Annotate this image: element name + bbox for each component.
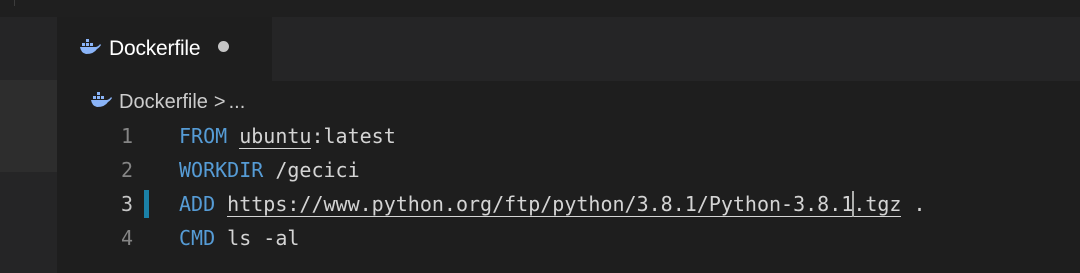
image-name-token: ubuntu — [239, 124, 312, 149]
activity-bar-selection — [0, 80, 57, 172]
line-number: 3 — [120, 192, 133, 216]
argument-token: ls -al — [227, 226, 300, 250]
code-line[interactable]: 4 CMD ls -al — [57, 221, 1080, 255]
breadcrumb-file-label: Dockerfile — [119, 90, 208, 113]
line-content: CMD ls -al — [179, 221, 299, 255]
argument-token: /gecici — [275, 158, 360, 182]
editor-area[interactable]: Dockerfile > ... 1 FROM ubuntu:latest 2 … — [57, 81, 1080, 273]
destination-token: . — [901, 192, 926, 216]
url-text-end: .tgz — [853, 192, 902, 216]
url-link[interactable]: https://www.python.org/ftp/python/3.8.1/… — [227, 191, 902, 217]
docker-whale-icon — [79, 38, 101, 60]
breadcrumb-file[interactable]: Dockerfile — [90, 91, 208, 114]
modified-line-marker — [144, 190, 149, 218]
tag-token: :latest — [311, 124, 396, 148]
docker-whale-icon — [90, 91, 112, 114]
title-bar — [0, 0, 1080, 17]
breadcrumb: Dockerfile > ... — [90, 87, 245, 117]
line-content: FROM ubuntu:latest — [179, 119, 396, 153]
tab-label: Dockerfile — [109, 37, 201, 60]
url-text-start: https://www.python.org/ftp/python/3.8.1/… — [227, 192, 854, 216]
tab-dockerfile[interactable]: Dockerfile — [57, 17, 272, 81]
line-number: 1 — [120, 124, 133, 148]
unsaved-changes-dot-icon[interactable] — [218, 40, 230, 52]
line-content: WORKDIR /gecici — [179, 153, 360, 187]
activity-bar — [0, 17, 57, 273]
keyword-token: FROM — [179, 124, 228, 148]
code-line-active[interactable]: 3 ADD https://www.python.org/ftp/python/… — [57, 187, 1080, 221]
title-bar-divider — [14, 0, 15, 6]
code-line[interactable]: 2 WORKDIR /gecici — [57, 153, 1080, 187]
line-number: 2 — [120, 158, 133, 182]
keyword-token: WORKDIR — [179, 158, 264, 182]
line-number: 4 — [120, 226, 133, 250]
line-content: ADD https://www.python.org/ftp/python/3.… — [179, 187, 926, 221]
tab-strip: Dockerfile — [57, 17, 1080, 81]
breadcrumb-separator-icon: > — [213, 90, 226, 113]
keyword-token: CMD — [179, 226, 216, 250]
breadcrumb-ellipsis[interactable]: ... — [229, 91, 246, 114]
keyword-token: ADD — [179, 192, 216, 216]
code-line[interactable]: 1 FROM ubuntu:latest — [57, 119, 1080, 153]
